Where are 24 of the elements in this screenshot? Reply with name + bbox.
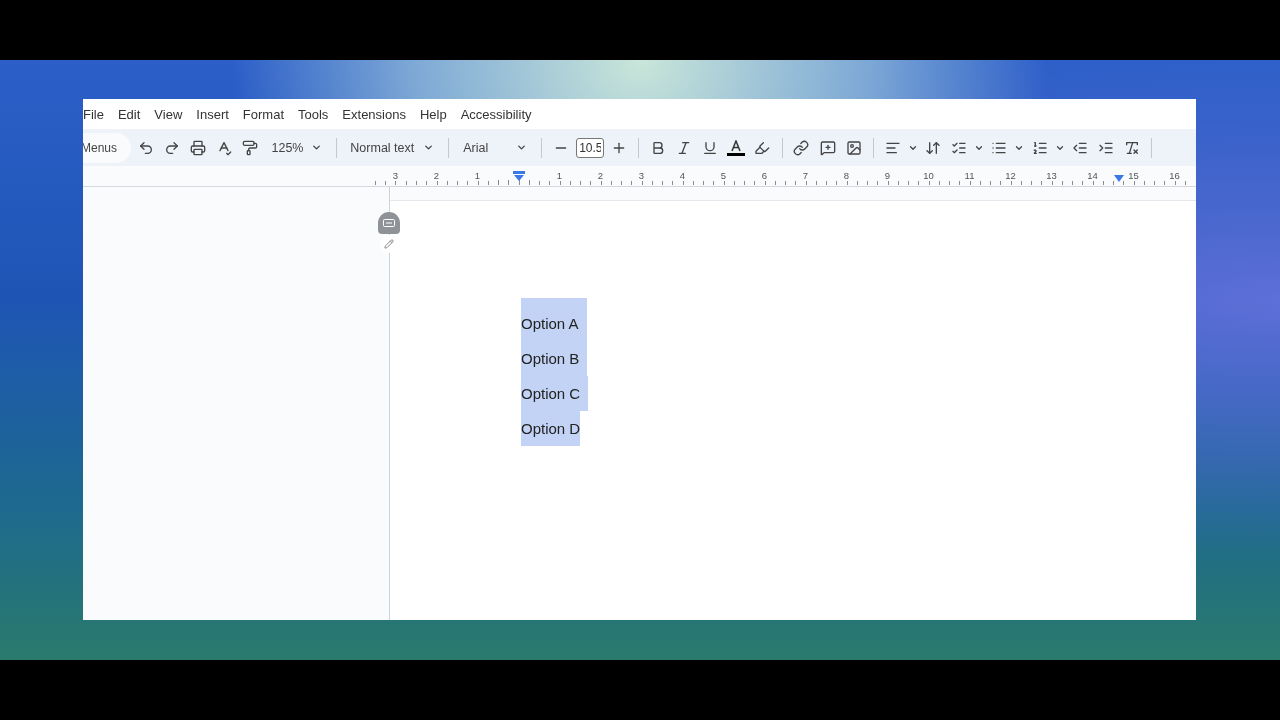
caret-icon [423,142,435,153]
menu-item[interactable]: File [83,106,111,122]
menu-item[interactable]: Extensions [335,106,413,122]
menu-item[interactable]: Format [235,106,291,122]
menu-item[interactable]: Tools [291,106,336,122]
outline-icon[interactable] [378,212,400,234]
zoom-dropdown[interactable]: 125% [265,134,328,161]
caret-icon [310,142,322,153]
menu-item[interactable]: Insert [189,106,236,122]
document-text: Option B [521,341,588,376]
font-size-field[interactable]: 10.5 [576,137,605,158]
letter-icon [730,139,743,152]
menu-item[interactable]: Help [412,106,454,122]
style-dropdown[interactable]: Normal text [344,134,441,161]
font-dropdown[interactable]: Arial [457,134,534,161]
caret-icon [516,142,528,153]
menu-item[interactable]: Edit [110,106,148,122]
document-text: Option D [521,411,581,446]
indent-marker-icon[interactable] [1114,175,1124,182]
menu-item[interactable]: Accessibility [453,106,539,122]
indent-marker-icon[interactable] [512,171,525,181]
document-text: Option C [521,376,589,411]
document-text: Option A [521,298,587,341]
menu-item[interactable]: View [147,106,190,122]
